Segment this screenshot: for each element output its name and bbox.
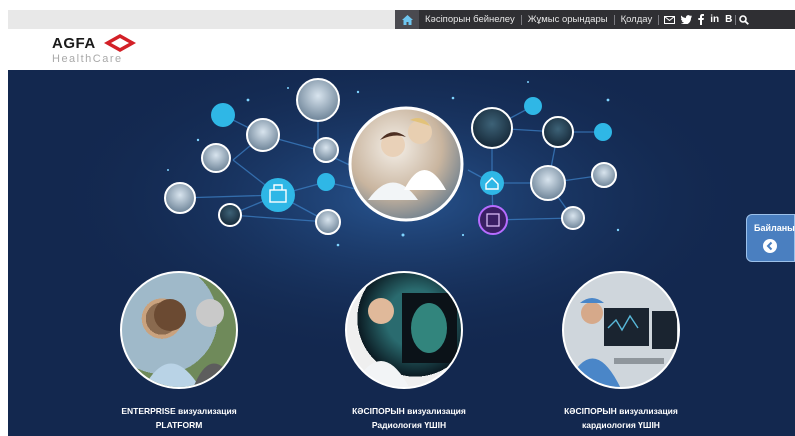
contact-tab[interactable]: Байланыс [746, 214, 795, 262]
tile-1-line-2: PLATFORM [155, 420, 203, 430]
search-icon[interactable] [739, 14, 750, 25]
chevron-left-icon [766, 241, 773, 251]
top-navigation: Кәсіпорын бейнелеу Жұмыс орындары Қолдау… [395, 10, 795, 29]
agfa-diamond-logo [104, 34, 136, 52]
site-header: AGFA HealthCare [8, 29, 795, 71]
tile-enterprise-platform[interactable]: ENTERPRISE визуализация PLATFORM [112, 271, 247, 431]
tile-2-line-2: Радиология ҮШІН [371, 420, 447, 430]
home-button[interactable] [395, 10, 419, 29]
linkedin-icon[interactable]: in [710, 14, 719, 25]
tile-cardiology[interactable]: КӘСІПОРЫН визуализация кардиология ҮШІН [562, 271, 697, 431]
cardiology-caption[interactable]: КӘСІПОРЫН визуализация кардиология ҮШІН [531, 404, 711, 432]
tile-2-line-1: КӘСІПОРЫН визуализация [352, 406, 466, 416]
nav-careers[interactable]: Жұмыс орындары [522, 14, 614, 25]
enterprise-platform-photo[interactable] [120, 271, 238, 389]
nav-support[interactable]: Қолдау [615, 14, 659, 25]
nav-separator [735, 14, 737, 25]
tile-3-line-2: кардиология ҮШІН [582, 420, 660, 430]
healthcare-logo-text: HealthCare [52, 53, 123, 65]
tile-3-line-1: КӘСІПОРЫН визуализация [564, 406, 678, 416]
radiology-photo[interactable] [345, 271, 463, 389]
nav-separator [658, 14, 660, 25]
home-icon [401, 14, 413, 25]
contact-label: Байланыс [754, 223, 795, 233]
tile-1-line-1: ENTERPRISE визуализация [121, 406, 237, 416]
email-icon[interactable] [664, 15, 676, 24]
twitter-icon[interactable] [681, 15, 693, 24]
contact-open-button[interactable] [763, 239, 777, 253]
cardiology-photo[interactable] [562, 271, 680, 389]
facebook-icon[interactable] [698, 14, 705, 25]
radiology-caption[interactable]: КӘСІПОРЫН визуализация Радиология ҮШІН [319, 404, 499, 432]
blog-icon[interactable]: B [725, 14, 732, 25]
tile-radiology[interactable]: КӘСІПОРЫН визуализация Радиология ҮШІН [341, 271, 476, 431]
enterprise-platform-caption[interactable]: ENTERPRISE визуализация PLATFORM [89, 404, 269, 432]
agfa-logo-text[interactable]: AGFA [52, 35, 96, 52]
hero-banner: ENTERPRISE визуализация PLATFORM КӘСІПОР… [8, 70, 795, 436]
nav-enterprise-imaging[interactable]: Кәсіпорын бейнелеу [419, 14, 521, 25]
